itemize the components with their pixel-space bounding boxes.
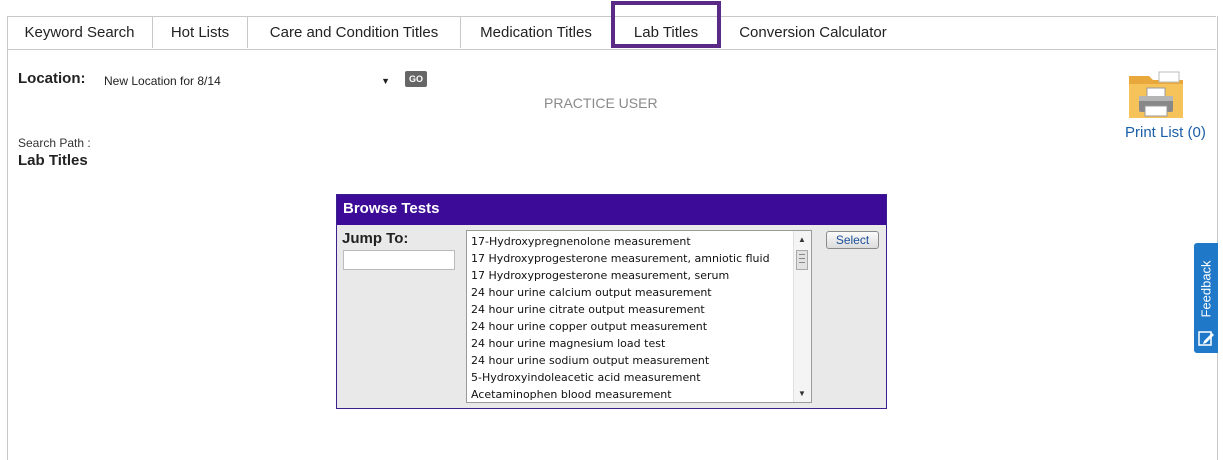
list-item[interactable]: 17-Hydroxypregnenolone measurement [471,233,789,250]
dropdown-arrow-icon[interactable]: ▼ [381,76,390,86]
tests-list: 17-Hydroxypregnenolone measurement 17 Hy… [471,233,789,403]
feedback-label: Feedback [1198,260,1214,318]
list-item[interactable]: 17 Hydroxyprogesterone measurement, seru… [471,267,789,284]
browse-tests-panel: Browse Tests Jump To: 17-Hydroxypregneno… [336,194,887,409]
location-label: Location: [18,70,86,87]
list-item[interactable]: 24 hour urine calcium output measurement [471,284,789,301]
scroll-down-icon[interactable]: ▼ [798,389,806,398]
listbox-scrollbar[interactable]: ▲ ▼ [793,231,811,402]
tab-lab-titles[interactable]: Lab Titles [611,1,721,48]
user-name: PRACTICE USER [544,95,658,111]
tab-keyword-search[interactable]: Keyword Search [7,17,153,48]
tab-bar: Keyword Search Hot Lists Care and Condit… [7,1,1216,50]
feedback-edit-icon [1198,331,1214,346]
location-select[interactable]: New Location for 8/14 ▼ [97,72,396,89]
print-list-link[interactable]: Print List (0) [1125,124,1206,141]
list-item[interactable]: 24 hour urine sodium output measurement [471,352,789,369]
go-button[interactable]: GO [405,71,427,87]
tests-listbox[interactable]: 17-Hydroxypregnenolone measurement 17 Hy… [466,230,812,403]
feedback-tab[interactable]: Feedback [1194,243,1218,353]
tab-hot-lists[interactable]: Hot Lists [153,17,248,48]
browse-tests-title: Browse Tests [337,195,886,225]
list-item[interactable]: 24 hour urine magnesium load test [471,335,789,352]
search-path-label: Search Path : [18,136,91,150]
search-path-value: Lab Titles [18,152,88,169]
jump-to-label: Jump To: [342,230,409,247]
location-selected-value: New Location for 8/14 [104,73,221,88]
select-button[interactable]: Select [826,231,879,249]
list-item[interactable]: 5-Hydroxyindoleacetic acid measurement [471,369,789,386]
tab-care-and-condition-titles[interactable]: Care and Condition Titles [248,17,461,48]
list-item[interactable]: 24 hour urine copper output measurement [471,318,789,335]
list-item[interactable]: 24 hour urine citrate output measurement [471,301,789,318]
list-item[interactable]: 17 Hydroxyprogesterone measurement, amni… [471,250,789,267]
jump-to-input[interactable] [343,250,455,270]
scrollbar-thumb[interactable] [796,250,808,270]
list-item[interactable]: Acetaminophen blood measurement [471,386,789,403]
scroll-up-icon[interactable]: ▲ [798,235,806,244]
tab-conversion-calculator[interactable]: Conversion Calculator [721,17,905,48]
tab-medication-titles[interactable]: Medication Titles [461,17,611,48]
printer-folder-icon[interactable] [1125,66,1187,124]
